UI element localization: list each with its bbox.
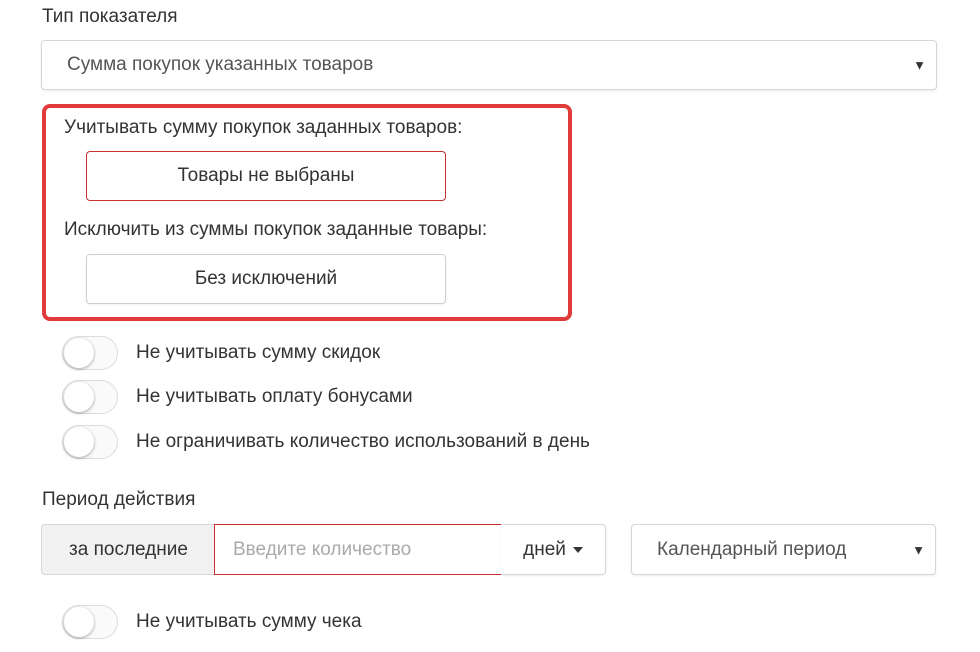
exclude-goods-button[interactable]: Без исключений (86, 254, 446, 304)
exclude-goods-label: Исключить из суммы покупок заданные това… (64, 219, 488, 240)
toggle-knob (64, 382, 94, 412)
caret-down-icon (572, 546, 583, 553)
indicator-type-value: Сумма покупок указанных товаров (67, 54, 374, 75)
no-discounts-toggle[interactable] (62, 336, 118, 370)
no-daily-limit-toggle[interactable] (62, 425, 118, 459)
no-bonus-payment-toggle[interactable] (62, 380, 118, 414)
indicator-type-select[interactable]: Сумма покупок указанных товаров ▼ (41, 40, 937, 90)
period-prefix: за последние (41, 524, 215, 575)
no-check-sum-label: Не учитывать сумму чека (136, 611, 362, 632)
calendar-period-value: Календарный период (657, 538, 847, 560)
dropdown-arrow-icon: ▼ (912, 542, 925, 557)
toggle-knob (64, 607, 94, 637)
unit-dropdown-button[interactable]: дней (501, 524, 606, 575)
include-goods-label: Учитывать сумму покупок заданных товаров… (64, 117, 463, 138)
indicator-type-label: Тип показателя (42, 6, 178, 27)
no-bonus-payment-label: Не учитывать оплату бонусами (136, 386, 413, 407)
period-label: Период действия (42, 489, 196, 510)
dropdown-arrow-icon: ▼ (913, 57, 926, 73)
calendar-period-select[interactable]: Календарный период ▼ (631, 524, 936, 575)
unit-label: дней (523, 538, 566, 560)
toggle-row-bonus: Не учитывать оплату бонусами (62, 380, 413, 414)
no-discounts-label: Не учитывать сумму скидок (136, 342, 381, 363)
toggle-row-discounts: Не учитывать сумму скидок (62, 336, 380, 370)
no-daily-limit-label: Не ограничивать количество использований… (136, 431, 590, 452)
no-check-sum-toggle[interactable] (62, 605, 118, 639)
include-goods-button[interactable]: Товары не выбраны (86, 151, 446, 201)
toggle-row-check-sum: Не учитывать сумму чека (62, 605, 362, 639)
toggle-row-daily-limit: Не ограничивать количество использований… (62, 425, 590, 459)
toggle-knob (64, 338, 94, 368)
toggle-knob (64, 427, 94, 457)
quantity-input[interactable] (214, 524, 502, 575)
